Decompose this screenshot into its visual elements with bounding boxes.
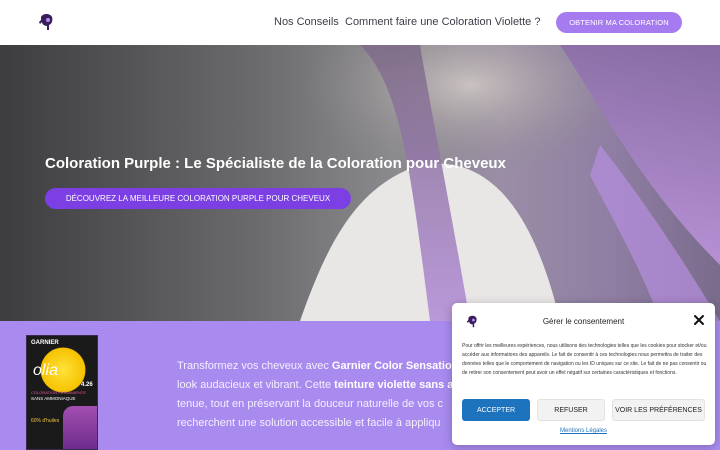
discover-coloration-button[interactable]: DÉCOUVREZ LA MEILLEURE COLORATION PURPLE… [45, 188, 351, 209]
product-shade: 4.26 [81, 382, 93, 388]
product-brand: GARNIER [31, 340, 59, 346]
site-header: Nos Conseils Comment faire une Coloratio… [0, 0, 720, 45]
accept-button[interactable]: ACCEPTER [462, 399, 530, 421]
product-description: Transformez vos cheveux avec Garnier Col… [177, 360, 459, 429]
product-subtitle-2: SANS AMMONIAQUE [31, 396, 76, 401]
legal-notice-link[interactable]: Mentions Légales [452, 428, 715, 434]
nav-link-conseils[interactable]: Nos Conseils [274, 16, 339, 28]
site-logo-icon[interactable] [38, 13, 54, 31]
product-name-link: Garnier Color Sensation [331, 360, 459, 372]
product-oil-percentage: 60% d'huiles [31, 418, 60, 424]
product-image[interactable]: GARNIER olia COLORATION PERMANENTE SANS … [26, 335, 98, 450]
product-hair-photo [63, 406, 97, 449]
cookie-consent-dialog: Gérer le consentement Pour offrir les me… [452, 303, 715, 445]
view-preferences-button[interactable]: VOIR LES PRÉFÉRENCES [612, 399, 705, 421]
consent-title: Gérer le consentement [542, 317, 625, 326]
consent-description: Pour offrir les meilleures expériences, … [462, 343, 707, 376]
hero-title: Coloration Purple : Le Spécialiste de la… [45, 155, 506, 172]
close-icon[interactable] [693, 314, 705, 326]
refuse-button[interactable]: REFUSER [537, 399, 605, 421]
product-name: olia [33, 362, 58, 379]
nav-link-coloration-violette[interactable]: Comment faire une Coloration Violette ? [345, 16, 540, 28]
hero-banner: Coloration Purple : Le Spécialiste de la… [0, 45, 720, 321]
hero-background-image [300, 45, 720, 321]
get-coloration-button[interactable]: OBTENIR MA COLORATION [556, 12, 682, 33]
product-subtitle-1: COLORATION PERMANENTE [31, 390, 87, 395]
